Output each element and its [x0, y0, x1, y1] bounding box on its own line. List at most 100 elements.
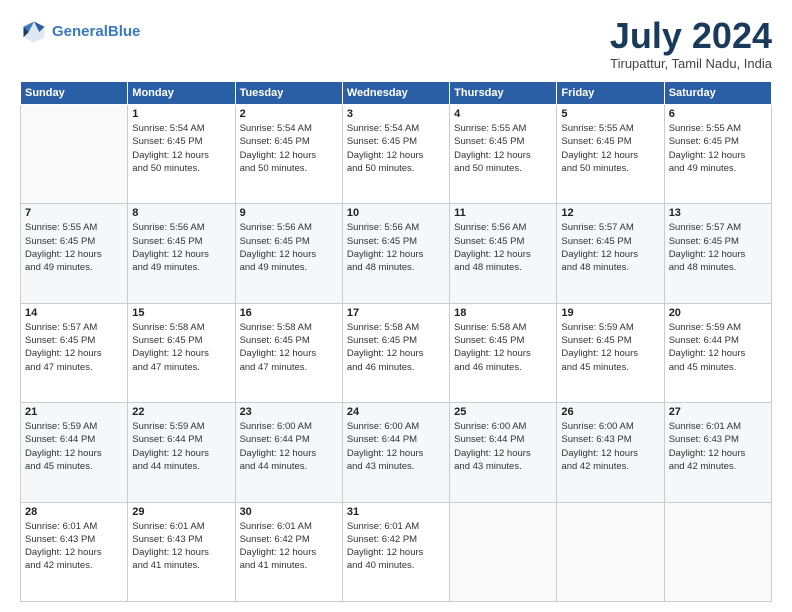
day-info: Sunrise: 6:00 AM Sunset: 6:44 PM Dayligh…	[240, 420, 338, 473]
day-info: Sunrise: 5:54 AM Sunset: 6:45 PM Dayligh…	[240, 122, 338, 175]
day-number: 28	[25, 506, 123, 518]
day-number: 18	[454, 307, 552, 319]
day-number: 24	[347, 406, 445, 418]
day-info: Sunrise: 5:58 AM Sunset: 6:45 PM Dayligh…	[132, 321, 230, 374]
calendar-cell: 10 Sunrise: 5:56 AM Sunset: 6:45 PM Dayli…	[342, 204, 449, 303]
day-number: 27	[669, 406, 767, 418]
day-number: 10	[347, 207, 445, 219]
day-info: Sunrise: 5:59 AM Sunset: 6:44 PM Dayligh…	[669, 321, 767, 374]
calendar-cell: 5 Sunrise: 5:55 AM Sunset: 6:45 PM Daylig…	[557, 105, 664, 204]
day-number: 5	[561, 108, 659, 120]
day-number: 2	[240, 108, 338, 120]
day-info: Sunrise: 5:55 AM Sunset: 6:45 PM Dayligh…	[25, 221, 123, 274]
header: GeneralBlue July 2024 Tirupattur, Tamil …	[20, 18, 772, 71]
day-number: 29	[132, 506, 230, 518]
calendar-cell: 18Sunrise: 5:58 AM Sunset: 6:45 PM Dayli…	[450, 303, 557, 402]
day-info: Sunrise: 5:58 AM Sunset: 6:45 PM Dayligh…	[347, 321, 445, 374]
week-row-4: 21 Sunrise: 5:59 AM Sunset: 6:44 PM Dayli…	[21, 403, 772, 502]
day-info: Sunrise: 5:57 AM Sunset: 6:45 PM Dayligh…	[561, 221, 659, 274]
day-number: 17	[347, 307, 445, 319]
calendar-body: 1 Sunrise: 5:54 AM Sunset: 6:45 PM Daylig…	[21, 105, 772, 602]
calendar-cell: 11 Sunrise: 5:56 AM Sunset: 6:45 PM Dayli…	[450, 204, 557, 303]
calendar-cell: 31Sunrise: 6:01 AM Sunset: 6:42 PM Dayli…	[342, 502, 449, 601]
calendar-cell: 14Sunrise: 5:57 AM Sunset: 6:45 PM Dayli…	[21, 303, 128, 402]
day-info: Sunrise: 5:55 AM Sunset: 6:45 PM Dayligh…	[561, 122, 659, 175]
calendar-cell: 15 Sunrise: 5:58 AM Sunset: 6:45 PM Dayli…	[128, 303, 235, 402]
day-info: Sunrise: 5:59 AM Sunset: 6:44 PM Dayligh…	[25, 420, 123, 473]
calendar-cell: 1 Sunrise: 5:54 AM Sunset: 6:45 PM Daylig…	[128, 105, 235, 204]
day-number: 1	[132, 108, 230, 120]
day-info: Sunrise: 6:00 AM Sunset: 6:44 PM Dayligh…	[454, 420, 552, 473]
day-info: Sunrise: 6:01 AM Sunset: 6:43 PM Dayligh…	[669, 420, 767, 473]
calendar-cell: 23 Sunrise: 6:00 AM Sunset: 6:44 PM Dayli…	[235, 403, 342, 502]
day-info: Sunrise: 6:00 AM Sunset: 6:44 PM Dayligh…	[347, 420, 445, 473]
week-row-5: 28 Sunrise: 6:01 AM Sunset: 6:43 PM Dayli…	[21, 502, 772, 601]
day-number: 26	[561, 406, 659, 418]
calendar-cell: 19 Sunrise: 5:59 AM Sunset: 6:45 PM Dayli…	[557, 303, 664, 402]
calendar-cell: 27 Sunrise: 6:01 AM Sunset: 6:43 PM Dayli…	[664, 403, 771, 502]
calendar-cell	[557, 502, 664, 601]
calendar-cell: 12Sunrise: 5:57 AM Sunset: 6:45 PM Dayli…	[557, 204, 664, 303]
logo: GeneralBlue	[20, 18, 140, 46]
calendar-cell: 25 Sunrise: 6:00 AM Sunset: 6:44 PM Dayli…	[450, 403, 557, 502]
day-number: 25	[454, 406, 552, 418]
page: GeneralBlue July 2024 Tirupattur, Tamil …	[0, 0, 792, 612]
calendar-cell: 4 Sunrise: 5:55 AM Sunset: 6:45 PM Daylig…	[450, 105, 557, 204]
day-number: 20	[669, 307, 767, 319]
day-info: Sunrise: 5:56 AM Sunset: 6:45 PM Dayligh…	[132, 221, 230, 274]
location: Tirupattur, Tamil Nadu, India	[610, 56, 772, 71]
day-info: Sunrise: 6:01 AM Sunset: 6:43 PM Dayligh…	[25, 520, 123, 573]
weekday-header-row: SundayMondayTuesdayWednesdayThursdayFrid…	[21, 82, 772, 105]
weekday-header-friday: Friday	[557, 82, 664, 105]
day-info: Sunrise: 5:59 AM Sunset: 6:44 PM Dayligh…	[132, 420, 230, 473]
day-number: 23	[240, 406, 338, 418]
calendar-cell: 3Sunrise: 5:54 AM Sunset: 6:45 PM Daylig…	[342, 105, 449, 204]
calendar-cell: 8 Sunrise: 5:56 AM Sunset: 6:45 PM Daylig…	[128, 204, 235, 303]
day-number: 3	[347, 108, 445, 120]
day-info: Sunrise: 5:55 AM Sunset: 6:45 PM Dayligh…	[669, 122, 767, 175]
calendar-cell: 16 Sunrise: 5:58 AM Sunset: 6:45 PM Dayli…	[235, 303, 342, 402]
calendar-cell: 26Sunrise: 6:00 AM Sunset: 6:43 PM Dayli…	[557, 403, 664, 502]
calendar-cell: 2 Sunrise: 5:54 AM Sunset: 6:45 PM Daylig…	[235, 105, 342, 204]
weekday-header-sunday: Sunday	[21, 82, 128, 105]
day-info: Sunrise: 5:56 AM Sunset: 6:45 PM Dayligh…	[454, 221, 552, 274]
day-number: 6	[669, 108, 767, 120]
day-number: 13	[669, 207, 767, 219]
calendar-cell	[21, 105, 128, 204]
calendar-cell: 7Sunrise: 5:55 AM Sunset: 6:45 PM Daylig…	[21, 204, 128, 303]
day-number: 4	[454, 108, 552, 120]
day-number: 15	[132, 307, 230, 319]
day-number: 16	[240, 307, 338, 319]
calendar-cell: 13Sunrise: 5:57 AM Sunset: 6:45 PM Dayli…	[664, 204, 771, 303]
day-info: Sunrise: 6:01 AM Sunset: 6:43 PM Dayligh…	[132, 520, 230, 573]
logo-icon	[20, 18, 48, 46]
week-row-2: 7Sunrise: 5:55 AM Sunset: 6:45 PM Daylig…	[21, 204, 772, 303]
day-info: Sunrise: 5:55 AM Sunset: 6:45 PM Dayligh…	[454, 122, 552, 175]
calendar-cell	[664, 502, 771, 601]
day-info: Sunrise: 5:56 AM Sunset: 6:45 PM Dayligh…	[240, 221, 338, 274]
weekday-header-monday: Monday	[128, 82, 235, 105]
day-info: Sunrise: 5:58 AM Sunset: 6:45 PM Dayligh…	[240, 321, 338, 374]
day-number: 30	[240, 506, 338, 518]
day-number: 8	[132, 207, 230, 219]
calendar-cell: 21 Sunrise: 5:59 AM Sunset: 6:44 PM Dayli…	[21, 403, 128, 502]
day-number: 11	[454, 207, 552, 219]
calendar-cell: 24 Sunrise: 6:00 AM Sunset: 6:44 PM Dayli…	[342, 403, 449, 502]
calendar-cell	[450, 502, 557, 601]
logo-text: GeneralBlue	[52, 24, 140, 41]
day-number: 21	[25, 406, 123, 418]
calendar-cell: 29 Sunrise: 6:01 AM Sunset: 6:43 PM Dayli…	[128, 502, 235, 601]
calendar-cell: 20 Sunrise: 5:59 AM Sunset: 6:44 PM Dayli…	[664, 303, 771, 402]
header-right: July 2024 Tirupattur, Tamil Nadu, India	[610, 18, 772, 71]
month-title: July 2024	[610, 18, 772, 54]
weekday-header-thursday: Thursday	[450, 82, 557, 105]
weekday-header-wednesday: Wednesday	[342, 82, 449, 105]
calendar-cell: 22 Sunrise: 5:59 AM Sunset: 6:44 PM Dayli…	[128, 403, 235, 502]
day-number: 22	[132, 406, 230, 418]
day-info: Sunrise: 5:56 AM Sunset: 6:45 PM Dayligh…	[347, 221, 445, 274]
calendar-cell: 9Sunrise: 5:56 AM Sunset: 6:45 PM Daylig…	[235, 204, 342, 303]
day-info: Sunrise: 5:54 AM Sunset: 6:45 PM Dayligh…	[132, 122, 230, 175]
calendar-cell: 30Sunrise: 6:01 AM Sunset: 6:42 PM Dayli…	[235, 502, 342, 601]
day-info: Sunrise: 5:59 AM Sunset: 6:45 PM Dayligh…	[561, 321, 659, 374]
day-number: 19	[561, 307, 659, 319]
